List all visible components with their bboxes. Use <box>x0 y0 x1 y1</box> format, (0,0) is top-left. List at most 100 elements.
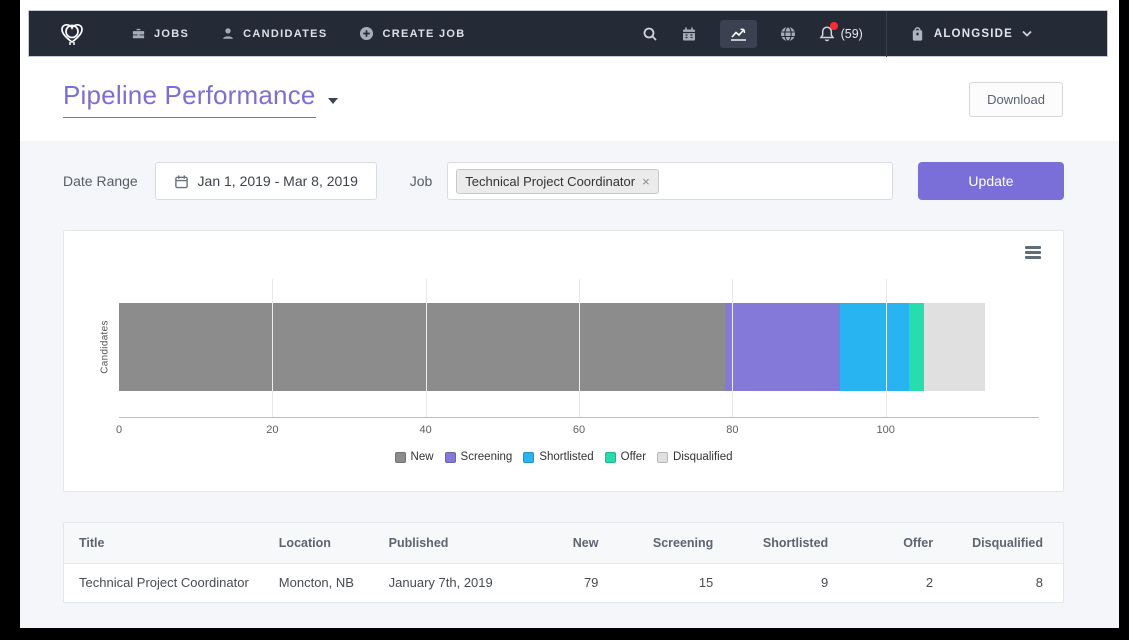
column-header-screening: Screening <box>618 523 733 563</box>
legend-label: Screening <box>461 451 513 463</box>
x-tick-label: 0 <box>116 424 122 436</box>
job-tag: Technical Project Coordinator × <box>456 169 658 194</box>
legend-label: Shortlisted <box>539 451 593 463</box>
alongside-logo-icon[interactable] <box>55 19 89 49</box>
nav-item-jobs[interactable]: JOBS <box>131 26 189 41</box>
caret-down-icon[interactable] <box>328 98 338 104</box>
nav-left: JOBS CANDIDATES CREATE JOB <box>29 19 498 49</box>
table-header-row: TitleLocationPublishedNewScreeningShortl… <box>64 523 1063 563</box>
notifications[interactable]: (59) <box>819 25 863 42</box>
legend-swatch <box>523 452 534 463</box>
chart-legend: New Screening Shortlisted Offer Disqualified <box>64 451 1063 463</box>
bar-segment-shortlisted[interactable] <box>840 303 909 391</box>
nav-item-label: CREATE JOB <box>382 28 465 40</box>
title-row: Pipeline Performance Download <box>20 57 1119 141</box>
download-button[interactable]: Download <box>969 82 1063 117</box>
account-menu[interactable]: ALONGSIDE <box>910 26 1032 42</box>
x-tick-label: 20 <box>266 424 278 436</box>
table-cell: 79 <box>514 563 619 602</box>
job-select-input[interactable]: Technical Project Coordinator × <box>447 162 893 200</box>
column-header-shortlisted: Shortlisted <box>733 523 848 563</box>
legend-item-offer[interactable]: Offer <box>605 451 646 463</box>
table-cell: Moncton, NB <box>264 563 374 602</box>
plus-circle-icon <box>359 26 374 41</box>
grid-line-overlay <box>579 303 580 391</box>
calendar-glyph-icon <box>174 174 189 189</box>
results-table: TitleLocationPublishedNewScreeningShortl… <box>64 523 1063 602</box>
plot-area <box>119 279 1039 418</box>
date-range-input[interactable]: Jan 1, 2019 - Mar 8, 2019 <box>155 162 377 200</box>
date-range-label: Date Range <box>63 173 138 189</box>
grid-line-overlay <box>272 303 273 391</box>
notification-dot <box>830 22 838 30</box>
chevron-down-icon <box>1022 30 1032 37</box>
grid-line-overlay <box>426 303 427 391</box>
content: Date Range Jan 1, 2019 - Mar 8, 2019 Job… <box>20 141 1119 603</box>
job-label: Job <box>410 173 433 189</box>
filter-row: Date Range Jan 1, 2019 - Mar 8, 2019 Job… <box>63 161 1064 201</box>
chart-menu-icon[interactable] <box>1025 246 1041 259</box>
table-cell: Technical Project Coordinator <box>64 563 264 602</box>
nav-item-candidates[interactable]: CANDIDATES <box>221 26 327 41</box>
navbar: JOBS CANDIDATES CREATE JOB <box>28 10 1108 57</box>
account-name: ALONGSIDE <box>934 28 1013 40</box>
nav-item-label: JOBS <box>154 28 189 40</box>
table-cell: 9 <box>733 563 848 602</box>
chart-icon[interactable] <box>720 20 757 48</box>
x-tick-label: 40 <box>420 424 432 436</box>
legend-item-new[interactable]: New <box>395 451 434 463</box>
nav-item-label: CANDIDATES <box>243 28 327 40</box>
person-icon <box>221 26 235 41</box>
column-header-offer: Offer <box>848 523 953 563</box>
search-icon[interactable] <box>642 26 658 42</box>
results-table-panel: TitleLocationPublishedNewScreeningShortl… <box>63 522 1064 603</box>
legend-label: Disqualified <box>673 451 732 463</box>
topbar-wrap: JOBS CANDIDATES CREATE JOB <box>20 0 1119 57</box>
chart-panel: Candidates 0 20 40 60 80 100 New Screening Shor… <box>63 230 1064 492</box>
legend-item-disqualified[interactable]: Disqualified <box>657 451 732 463</box>
nav-item-create-job[interactable]: CREATE JOB <box>359 26 465 41</box>
x-tick-label: 80 <box>726 424 738 436</box>
y-axis-label: Candidates <box>99 320 110 374</box>
page-title[interactable]: Pipeline Performance <box>63 80 316 118</box>
bar-segment-disqualified[interactable] <box>924 303 985 391</box>
bar-segment-offer[interactable] <box>909 303 924 391</box>
table-cell: 15 <box>618 563 733 602</box>
legend-label: New <box>411 451 434 463</box>
legend-label: Offer <box>621 451 646 463</box>
bar-segment-screening[interactable] <box>725 303 840 391</box>
calendar-icon[interactable] <box>681 26 697 42</box>
x-tick-label: 100 <box>876 424 894 436</box>
column-header-location: Location <box>264 523 374 563</box>
account-icon <box>910 26 925 42</box>
table-cell: 8 <box>953 563 1063 602</box>
tag-remove-icon[interactable]: × <box>642 175 650 188</box>
bar-segment-new[interactable] <box>119 303 725 391</box>
legend-swatch <box>395 452 406 463</box>
app-window: JOBS CANDIDATES CREATE JOB <box>20 0 1119 628</box>
legend-swatch <box>445 452 456 463</box>
legend-item-shortlisted[interactable]: Shortlisted <box>523 451 593 463</box>
legend-swatch <box>657 452 668 463</box>
grid-line-overlay <box>732 303 733 391</box>
globe-icon[interactable] <box>780 26 796 42</box>
x-tick-label: 60 <box>573 424 585 436</box>
column-header-disqualified: Disqualified <box>953 523 1063 563</box>
notification-count: (59) <box>841 27 863 41</box>
legend-item-screening[interactable]: Screening <box>445 451 513 463</box>
job-tag-label: Technical Project Coordinator <box>465 174 635 189</box>
nav-divider <box>886 11 887 57</box>
column-header-title: Title <box>64 523 264 563</box>
column-header-published: Published <box>374 523 514 563</box>
column-header-new: New <box>514 523 619 563</box>
briefcase-icon <box>131 26 146 41</box>
stacked-bar <box>119 303 1039 391</box>
table-cell: 2 <box>848 563 953 602</box>
legend-swatch <box>605 452 616 463</box>
x-axis-ticks: 0 20 40 60 80 100 <box>119 424 1039 440</box>
grid-line-overlay <box>886 303 887 391</box>
nav-right: (59) ALONGSIDE <box>642 11 1107 56</box>
table-row[interactable]: Technical Project CoordinatorMoncton, NB… <box>64 563 1063 602</box>
update-button[interactable]: Update <box>918 162 1064 200</box>
bell-icon <box>819 25 835 42</box>
